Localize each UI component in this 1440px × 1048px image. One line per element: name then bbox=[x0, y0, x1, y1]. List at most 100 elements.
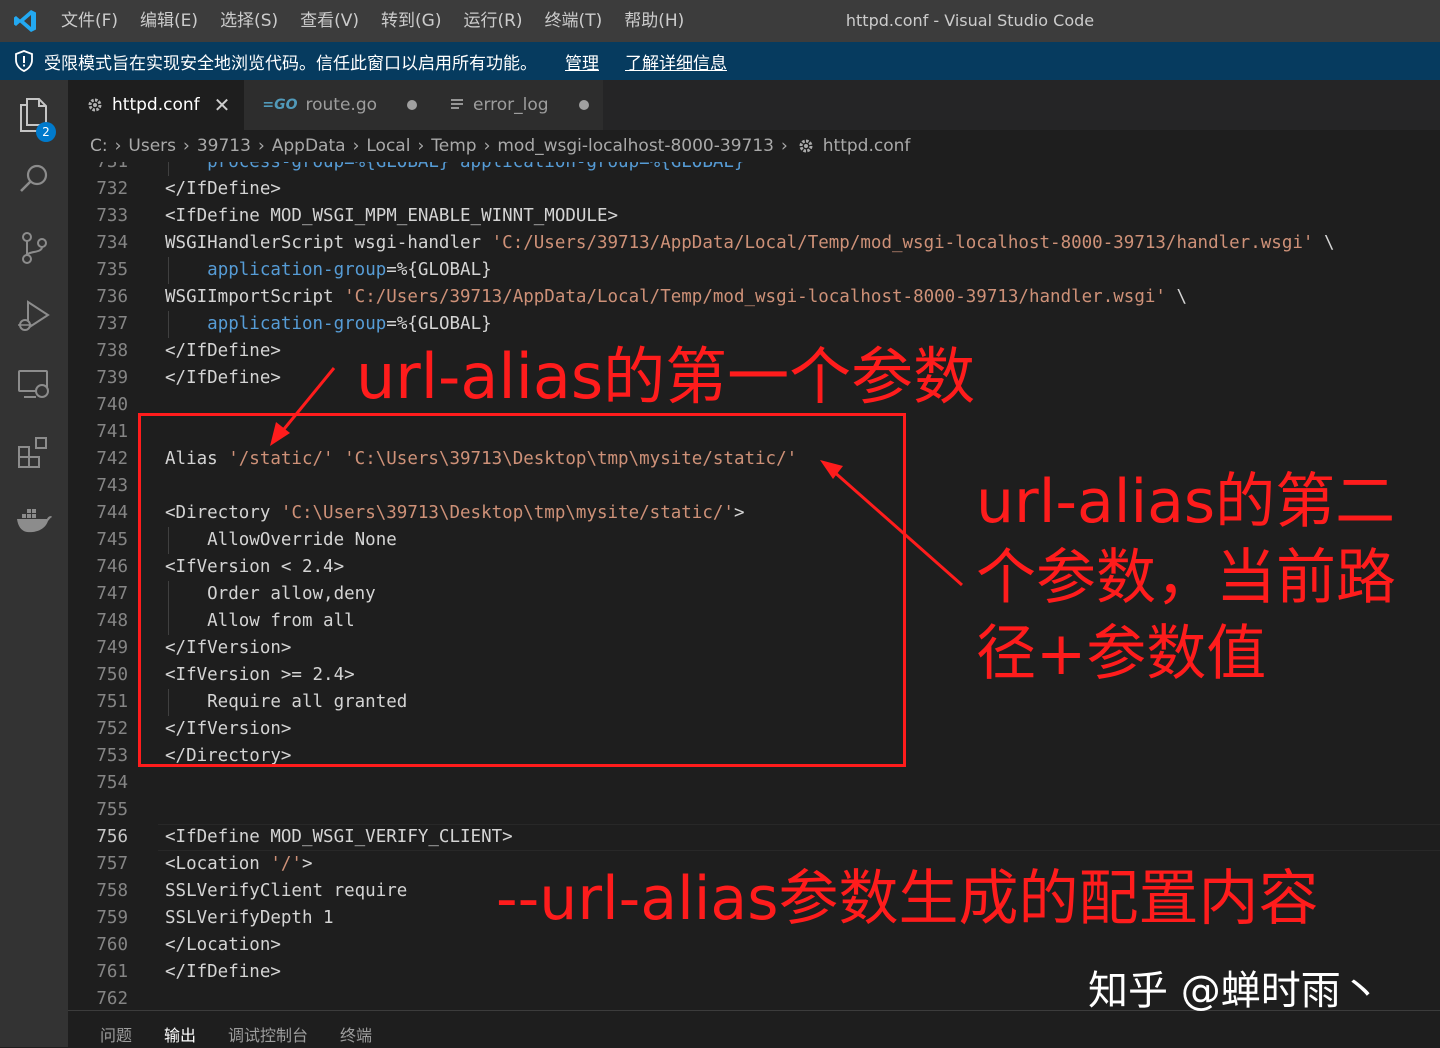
breadcrumb-item[interactable]: Local bbox=[366, 136, 410, 156]
code-line[interactable]: 735 application-group=%{GLOBAL} bbox=[68, 257, 1440, 284]
code-text: WSGIHandlerScript wsgi-handler 'C:/Users… bbox=[165, 230, 1335, 257]
code-token: process-group=%{GLOBAL} application-grou… bbox=[165, 162, 745, 172]
explorer-button[interactable]: 2 bbox=[0, 88, 68, 144]
menu-edit[interactable]: 编辑(E) bbox=[129, 0, 209, 42]
menu-run[interactable]: 运行(R) bbox=[452, 0, 533, 42]
run-debug-icon bbox=[16, 298, 52, 338]
code-token: '/' bbox=[270, 854, 302, 874]
title-bar: 文件(F) 编辑(E) 选择(S) 查看(V) 转到(G) 运行(R) 终端(T… bbox=[0, 0, 1440, 42]
annotation-second-param-line3: 径+参数值 bbox=[976, 619, 1267, 689]
panel-tab-problems[interactable]: 问题 bbox=[100, 1022, 132, 1048]
code-token: 'C:/Users/39713/AppData/Local/Temp/mod_w… bbox=[491, 233, 1314, 253]
line-number: 748 bbox=[96, 611, 128, 631]
close-icon[interactable]: ✕ bbox=[214, 93, 231, 117]
menu-selection[interactable]: 选择(S) bbox=[209, 0, 289, 42]
breadcrumb-item[interactable]: 39713 bbox=[197, 136, 251, 156]
remote-explorer-icon bbox=[16, 367, 52, 405]
extensions-button[interactable] bbox=[0, 426, 68, 482]
window-title: httpd.conf - Visual Studio Code bbox=[845, 11, 1095, 30]
breadcrumb-item[interactable]: C: bbox=[90, 136, 108, 156]
line-number: 746 bbox=[96, 557, 128, 577]
remote-explorer-button[interactable] bbox=[0, 358, 68, 414]
code-line[interactable]: 732 </IfDefine> bbox=[68, 176, 1440, 203]
line-number: 760 bbox=[96, 935, 128, 955]
breadcrumb-item[interactable]: Temp bbox=[431, 136, 476, 156]
code-line[interactable]: 736 WSGIImportScript 'C:/Users/39713/AppD… bbox=[68, 284, 1440, 311]
banner-message: 受限模式旨在实现安全地浏览代码。信任此窗口以启用所有功能。 bbox=[44, 53, 537, 74]
tab-httpd-conf[interactable]: httpd.conf ✕ bbox=[68, 80, 245, 130]
breadcrumb-item[interactable]: httpd.conf bbox=[823, 136, 911, 156]
menu-terminal[interactable]: 终端(T) bbox=[534, 0, 614, 42]
code-line[interactable]: 755 bbox=[68, 797, 1440, 824]
menu-go[interactable]: 转到(G) bbox=[370, 0, 452, 42]
code-token: </IfDefine> bbox=[165, 341, 281, 361]
code-line[interactable]: 733 <IfDefine MOD_WSGI_MPM_ENABLE_WINNT_M… bbox=[68, 203, 1440, 230]
run-debug-button[interactable] bbox=[0, 290, 68, 346]
line-number: 750 bbox=[96, 665, 128, 685]
line-number: 739 bbox=[96, 368, 128, 388]
activity-bar: 2 bbox=[0, 80, 68, 1047]
code-text: </IfDefine> bbox=[165, 959, 281, 986]
code-line[interactable]: 754 bbox=[68, 770, 1440, 797]
line-number: 753 bbox=[96, 746, 128, 766]
go-file-icon: =GO bbox=[262, 97, 298, 113]
gear-icon bbox=[797, 137, 815, 155]
code-token: <Location bbox=[165, 854, 271, 874]
line-number: 742 bbox=[96, 449, 128, 469]
code-text: process-group=%{GLOBAL} application-grou… bbox=[165, 162, 744, 176]
search-icon bbox=[17, 162, 51, 200]
unsaved-dot-icon[interactable] bbox=[578, 100, 589, 110]
editor-tabs: httpd.conf ✕ =GO route.go error_log bbox=[68, 80, 1440, 130]
code-text: </IfDefine> bbox=[165, 338, 281, 365]
chevron-right-icon: › bbox=[257, 136, 265, 156]
code-token: </IfDefine> bbox=[165, 962, 281, 982]
docker-button[interactable] bbox=[0, 494, 68, 550]
code-line[interactable]: 756 <IfDefine MOD_WSGI_VERIFY_CLIENT> bbox=[68, 824, 1440, 851]
explorer-badge: 2 bbox=[36, 122, 56, 142]
code-line[interactable]: 734 WSGIHandlerScript wsgi-handler 'C:/Us… bbox=[68, 230, 1440, 257]
chevron-right-icon: › bbox=[352, 136, 360, 156]
tab-error-log[interactable]: error_log bbox=[431, 80, 603, 130]
line-number: 747 bbox=[96, 584, 128, 604]
line-number: 749 bbox=[96, 638, 128, 658]
line-number: 736 bbox=[96, 287, 128, 307]
tab-route-go[interactable]: =GO route.go bbox=[244, 80, 432, 130]
source-control-button[interactable] bbox=[0, 222, 68, 278]
search-button[interactable] bbox=[0, 153, 68, 209]
line-number: 741 bbox=[96, 422, 128, 442]
code-token: SSLVerifyClient require bbox=[165, 881, 408, 901]
code-text: <IfDefine MOD_WSGI_VERIFY_CLIENT> bbox=[165, 824, 513, 851]
breadcrumb-item[interactable]: mod_wsgi-localhost-8000-39713 bbox=[497, 136, 774, 156]
extensions-icon bbox=[16, 434, 52, 474]
breadcrumb-item[interactable]: AppData bbox=[272, 136, 346, 156]
docker-icon bbox=[15, 505, 53, 539]
manage-link[interactable]: 管理 bbox=[565, 49, 599, 74]
annotation-first-param: url-alias的第一个参数 bbox=[356, 340, 976, 413]
code-token: </Location> bbox=[165, 935, 281, 955]
code-text: WSGIImportScript 'C:/Users/39713/AppData… bbox=[165, 284, 1187, 311]
menu-help[interactable]: 帮助(H) bbox=[613, 0, 695, 42]
code-text: SSLVerifyDepth 1 bbox=[165, 905, 334, 932]
vscode-logo-icon[interactable] bbox=[0, 0, 50, 42]
menu-view[interactable]: 查看(V) bbox=[289, 0, 370, 42]
panel-tab-output[interactable]: 输出 bbox=[164, 1022, 196, 1048]
chevron-right-icon: › bbox=[417, 136, 425, 156]
chevron-right-icon: › bbox=[183, 136, 190, 156]
watermark: 知乎 @蝉时雨丶 bbox=[1088, 968, 1381, 1014]
code-text: application-group=%{GLOBAL} bbox=[165, 257, 491, 284]
code-line[interactable]: 731 process-group=%{GLOBAL} application-… bbox=[68, 162, 1440, 176]
panel-tab-debug-console[interactable]: 调试控制台 bbox=[228, 1022, 308, 1048]
menu-file[interactable]: 文件(F) bbox=[50, 0, 129, 42]
line-number: 762 bbox=[96, 989, 128, 1009]
unsaved-dot-icon[interactable] bbox=[407, 100, 418, 110]
code-token: </IfDefine> bbox=[165, 368, 281, 388]
text-file-icon bbox=[449, 97, 465, 113]
code-token: WSGIImportScript bbox=[165, 287, 345, 307]
panel-tab-terminal[interactable]: 终端 bbox=[340, 1022, 372, 1048]
code-token: \ bbox=[1313, 233, 1335, 253]
line-number: 758 bbox=[96, 881, 128, 901]
breadcrumb-item[interactable]: Users bbox=[128, 136, 176, 156]
learn-more-link[interactable]: 了解详细信息 bbox=[625, 49, 727, 74]
